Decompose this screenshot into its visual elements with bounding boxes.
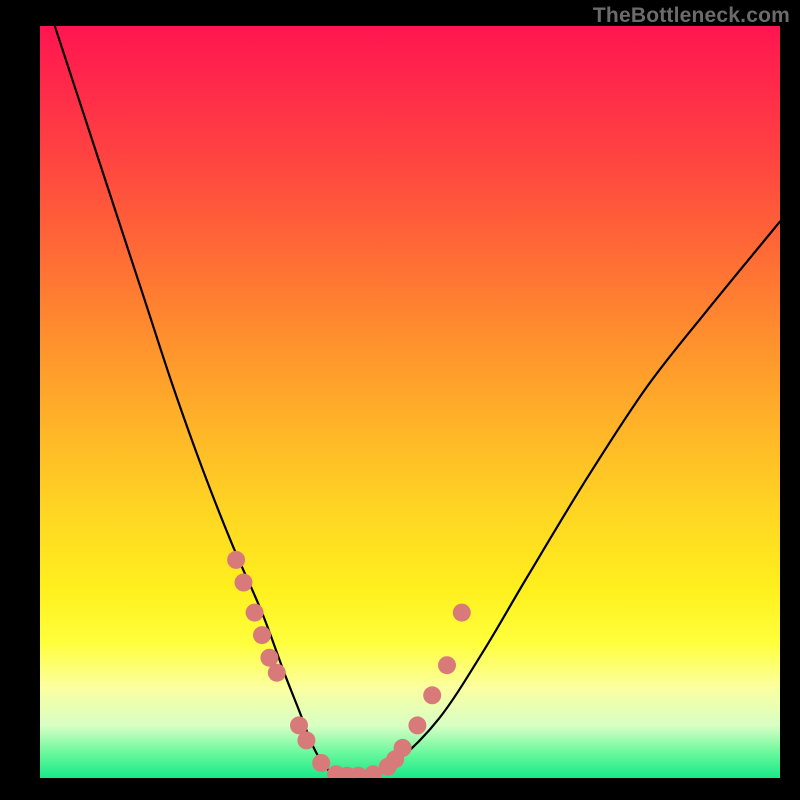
- highlight-dot: [438, 656, 456, 674]
- highlight-dot: [227, 551, 245, 569]
- highlight-dot: [297, 731, 315, 749]
- highlight-dot: [394, 739, 412, 757]
- watermark-text: TheBottleneck.com: [593, 4, 790, 28]
- highlight-dot: [423, 686, 441, 704]
- plot-area: [40, 26, 780, 778]
- highlight-dot: [235, 574, 253, 592]
- highlight-dot: [253, 626, 271, 644]
- highlight-dots: [227, 551, 471, 778]
- highlight-dot: [246, 604, 264, 622]
- highlight-dot: [408, 716, 426, 734]
- highlight-dot: [312, 754, 330, 772]
- bottleneck-curve: [55, 26, 780, 778]
- curve-layer: [40, 26, 780, 778]
- chart-stage: TheBottleneck.com: [0, 0, 800, 800]
- highlight-dot: [453, 604, 471, 622]
- highlight-dot: [268, 664, 286, 682]
